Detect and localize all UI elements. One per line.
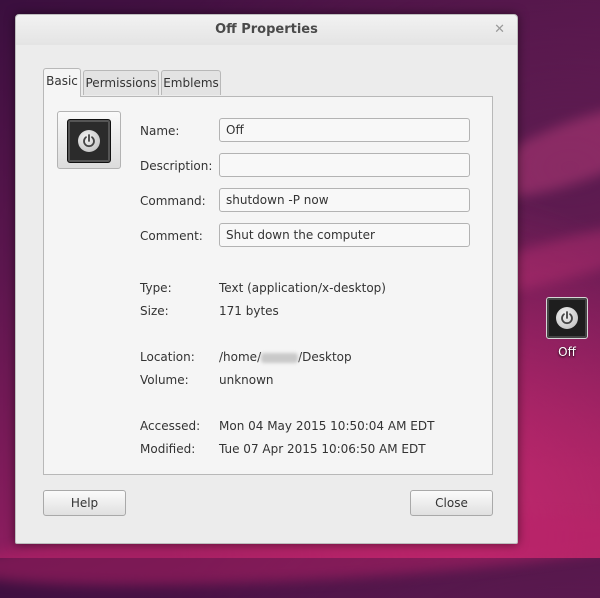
close-button[interactable]: Close xyxy=(410,490,493,516)
properties-dialog: Off Properties ✕ Basic Permissions Emble… xyxy=(15,14,518,544)
accessed-value: Mon 04 May 2015 10:50:04 AM EDT xyxy=(219,419,435,433)
tab-basic[interactable]: Basic xyxy=(43,68,81,97)
name-label: Name: xyxy=(140,124,180,138)
modified-value: Tue 07 Apr 2015 10:06:50 AM EDT xyxy=(219,442,426,456)
window-title: Off Properties xyxy=(215,22,318,37)
size-value: 171 bytes xyxy=(219,304,279,318)
modified-label: Modified: xyxy=(140,442,196,456)
size-label: Size: xyxy=(140,304,169,318)
tab-permissions[interactable]: Permissions xyxy=(83,70,159,95)
basic-panel: Name: Description: Command: Comment: Typ… xyxy=(43,96,493,475)
power-icon xyxy=(67,119,111,163)
description-label: Description: xyxy=(140,159,213,173)
redacted-username xyxy=(261,352,299,363)
help-button[interactable]: Help xyxy=(43,490,126,516)
file-icon-button[interactable] xyxy=(57,111,121,169)
location-label: Location: xyxy=(140,350,195,364)
type-label: Type: xyxy=(140,281,172,295)
volume-label: Volume: xyxy=(140,373,189,387)
close-icon[interactable]: ✕ xyxy=(494,15,505,45)
volume-value: unknown xyxy=(219,373,274,387)
desktop-icon-label[interactable]: Off xyxy=(549,345,585,359)
name-field[interactable] xyxy=(219,118,470,142)
accessed-label: Accessed: xyxy=(140,419,201,433)
desktop-power-icon[interactable] xyxy=(546,297,588,339)
comment-field[interactable] xyxy=(219,223,470,247)
location-value: /home//Desktop xyxy=(219,350,352,364)
title-bar[interactable]: Off Properties ✕ xyxy=(16,15,517,45)
command-field[interactable] xyxy=(219,188,470,212)
command-label: Command: xyxy=(140,194,206,208)
comment-label: Comment: xyxy=(140,229,203,243)
type-value: Text (application/x-desktop) xyxy=(219,281,386,295)
description-field[interactable] xyxy=(219,153,470,177)
tab-emblems[interactable]: Emblems xyxy=(161,70,221,95)
